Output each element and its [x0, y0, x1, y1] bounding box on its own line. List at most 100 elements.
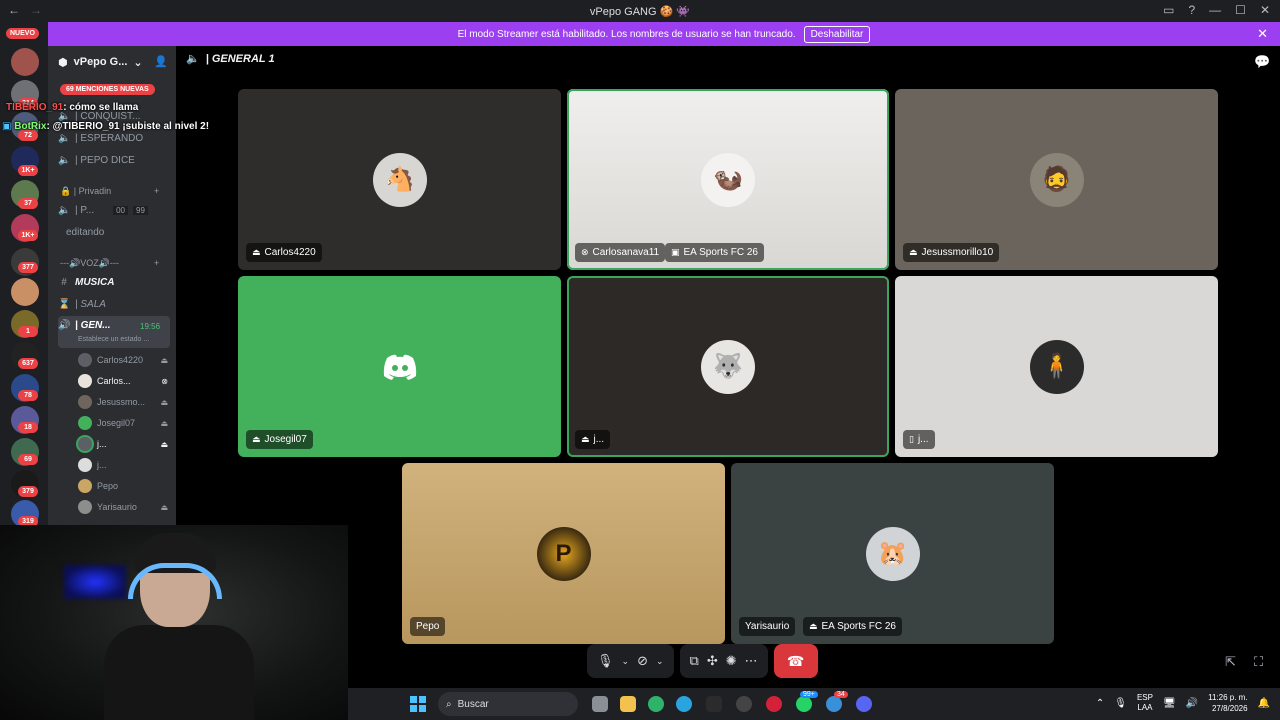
add-user-icon[interactable]: 👤	[154, 55, 168, 68]
window-title: vPepo GANG 🍪 👾	[0, 5, 1280, 18]
participant-tile[interactable]: ⏏ Josegil07	[238, 276, 561, 457]
category-private[interactable]: 🔒 | Privadin +	[60, 186, 159, 197]
inbox-icon[interactable]: ▭	[1163, 3, 1174, 17]
server-icon[interactable]	[11, 48, 39, 76]
voice-user[interactable]: Yarisaurio ⏏	[78, 497, 174, 517]
maximize-icon[interactable]: ☐	[1235, 3, 1246, 17]
telegram-icon[interactable]	[676, 696, 692, 712]
telegram-icon[interactable]	[826, 696, 842, 712]
participant-tag: ⏏ j...	[575, 430, 611, 449]
voice-user[interactable]: Carlos4220 ⏏	[78, 350, 174, 370]
chevron-up-icon[interactable]: ⌃	[1096, 698, 1104, 709]
add-channel-icon[interactable]: +	[154, 258, 159, 268]
channel-item-active[interactable]: 🔊 | GEN...	[58, 316, 170, 348]
channel-item[interactable]: 🔈 | PEPO DICE	[58, 150, 170, 170]
close-banner-icon[interactable]: ✕	[1257, 26, 1268, 42]
taskbar-clock[interactable]: 11:26 p. m. 27/8/2026	[1208, 692, 1247, 714]
screen-share-icon[interactable]: ⧉	[690, 653, 699, 669]
opera-icon[interactable]	[766, 696, 782, 712]
language-indicator[interactable]: ESP LAA	[1137, 693, 1153, 713]
microphone-icon[interactable]: 🎙	[597, 653, 614, 669]
discord-icon[interactable]	[856, 696, 872, 712]
streamer-mode-banner: El modo Streamer está habilitado. Los no…	[48, 22, 1280, 46]
disable-streamer-button[interactable]: Deshabilitar	[803, 25, 871, 43]
chat-message: TIBERIO_91: cómo se llama	[6, 102, 138, 113]
voice-user[interactable]: Josegil07 ⏏	[78, 413, 174, 433]
channel-item[interactable]: 🔈 | P... 00 99	[58, 200, 170, 220]
edge-icon[interactable]	[648, 696, 664, 712]
chevron-down-icon[interactable]: ⌄	[656, 656, 664, 667]
more-options-icon[interactable]: ⋯	[745, 653, 758, 669]
speaker-icon: 🔈	[58, 154, 71, 166]
new-badge: NUEVO	[6, 28, 39, 39]
channel-label: | SALA	[75, 298, 106, 310]
channel-label: | GEN...	[75, 320, 111, 331]
server-badge: 1K+	[18, 165, 38, 176]
voice-user[interactable]: Carlos... ⊗	[78, 371, 174, 391]
camera-off-icon[interactable]: ⊘	[637, 653, 648, 669]
participant-name: Carlos4220	[264, 247, 316, 258]
channel-label: | PEPO DICE	[75, 154, 135, 166]
avatar	[78, 416, 92, 430]
task-view-icon[interactable]	[592, 696, 608, 712]
voice-user[interactable]: Pepo	[78, 476, 174, 496]
chat-user: TIBERIO_91	[6, 102, 64, 113]
mentions-badge[interactable]: 69 MENCIONES NUEVAS	[60, 84, 155, 95]
participant-tag: Yarisaurio	[739, 617, 796, 636]
participant-tile[interactable]: 🧔 ⏏ Jesussmorillo10	[895, 89, 1218, 270]
channel-item[interactable]: # MUSICA	[58, 272, 170, 292]
mic-control[interactable]: 🎙 ⌄ ⊘ ⌄	[587, 644, 674, 678]
voice-user[interactable]: Jesussmo... ⏏	[78, 392, 174, 412]
participant-tile[interactable]: 🦦 ⊗ Carlosanava11 ▣ EA Sports FC 26	[567, 89, 889, 270]
voice-user[interactable]: j...	[78, 455, 174, 475]
add-channel-icon[interactable]: +	[154, 186, 159, 196]
avatar	[78, 395, 92, 409]
microphone-icon[interactable]: 🎙	[1114, 698, 1127, 709]
clock-date: 27/8/2026	[1211, 704, 1248, 713]
server-icon[interactable]	[11, 278, 39, 306]
taskbar-search[interactable]: ⌕ Buscar	[438, 692, 578, 716]
call-controls: 🎙 ⌄ ⊘ ⌄ ⧉ ✣ ✺ ⋯ ☎	[587, 644, 881, 678]
notifications-icon[interactable]: 🔔	[1258, 698, 1270, 709]
close-window-icon[interactable]: ✕	[1260, 3, 1270, 17]
whatsapp-icon[interactable]	[796, 696, 812, 712]
xbox-icon: ⊗	[161, 376, 168, 386]
participant-tile[interactable]: 🐴 ⏏ Carlos4220	[238, 89, 561, 270]
participant-tile[interactable]: 🐺 ⏏ j...	[567, 276, 889, 457]
participant-tile[interactable]: 🧍 ▯ j...	[895, 276, 1218, 457]
participant-tile[interactable]: 🐹 Yarisaurio ⏏ EA Sports FC 26	[731, 463, 1054, 644]
server-header[interactable]: ⬢ vPepo G... ⌄ 👤	[48, 46, 176, 78]
playstation-icon: ⏏	[160, 397, 168, 407]
fullscreen-icon[interactable]: ⛶	[1254, 654, 1263, 670]
file-explorer-icon[interactable]	[620, 696, 636, 712]
chevron-down-icon[interactable]: ⌄	[622, 656, 630, 667]
popout-icon[interactable]: ⇱	[1225, 654, 1236, 670]
channel-item[interactable]: editando	[58, 222, 170, 242]
participant-name: Pepo	[416, 621, 440, 632]
server-badge: 1	[18, 326, 38, 337]
network-icon[interactable]: 🖥	[1163, 698, 1176, 709]
app-icon[interactable]	[736, 696, 752, 712]
activities-icon[interactable]: ✣	[707, 653, 718, 669]
server-name: vPepo G...	[73, 56, 128, 68]
channel-item[interactable]: ⌛ | SALA	[58, 294, 170, 314]
help-icon[interactable]: ?	[1188, 3, 1195, 17]
disconnect-button[interactable]: ☎	[773, 644, 818, 678]
volume-icon[interactable]: 🔊	[1186, 698, 1198, 709]
voice-user[interactable]: j... ⏏	[78, 434, 174, 454]
voice-user-name: Jesussmo...	[97, 397, 146, 407]
user-count: 00	[113, 205, 128, 215]
participant-tag: ⏏ Jesussmorillo10	[903, 243, 1000, 262]
minimize-icon[interactable]: —	[1209, 3, 1221, 17]
category-voice[interactable]: ---🔊VOZ🔊--- +	[60, 258, 159, 269]
soundboard-icon[interactable]: ✺	[726, 653, 737, 669]
participant-tile[interactable]: P Pepo	[402, 463, 725, 644]
chat-bubble-icon[interactable]: 💬	[1254, 54, 1270, 70]
app-icon[interactable]	[706, 696, 722, 712]
set-status-hint[interactable]: Establece un estado ...	[78, 336, 149, 343]
participant-tag: ⊗ Carlosanava11	[575, 243, 666, 262]
participant-name: Josegil07	[264, 434, 307, 445]
windows-start-icon[interactable]	[410, 696, 426, 712]
discord-logo-icon	[373, 340, 427, 394]
participant-tag: Pepo	[410, 617, 446, 636]
